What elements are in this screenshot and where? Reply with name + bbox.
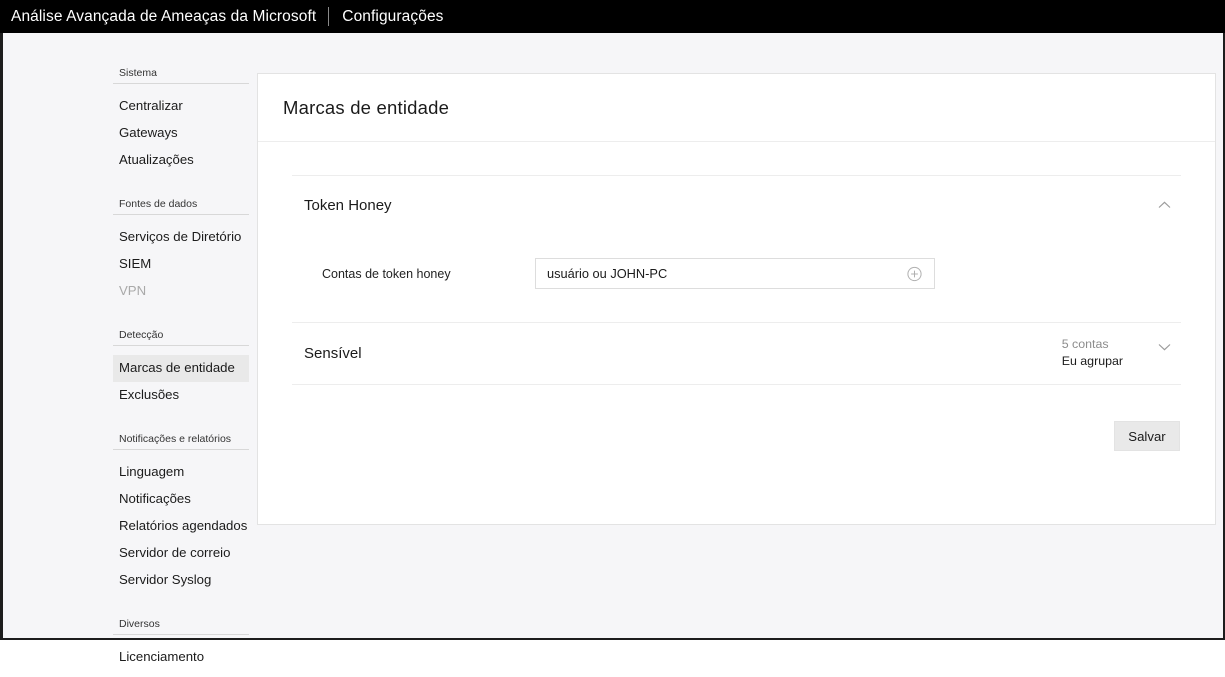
token-honey-title: Token Honey [304, 196, 392, 214]
card-footer: Salvar [292, 385, 1181, 451]
sidebar-item-licenciamento[interactable]: Licenciamento [113, 644, 249, 671]
sidebar-item-relatorios-agendados[interactable]: Relatórios agendados [113, 513, 249, 540]
sidebar-item-servidor-syslog[interactable]: Servidor Syslog [113, 567, 249, 594]
page-title: Marcas de entidade [283, 96, 450, 118]
sidebar-group-5: Diversos Licenciamento [113, 618, 249, 671]
sensitive-title: Sensível [304, 344, 362, 362]
sidebar-item-gateways[interactable]: Gateways [113, 120, 249, 147]
honey-token-accounts-label: Contas de token honey [322, 266, 451, 281]
page-body: Sistema Centralizar Gateways Atualizações Fo… [0, 33, 1225, 664]
sidebar-group-title: Detecção [113, 329, 249, 346]
sidebar-group-spacer [113, 311, 249, 329]
sidebar-item-linguagem[interactable]: Linguagem [113, 459, 249, 486]
sidebar-group-spacer [113, 415, 249, 433]
token-honey-section-header[interactable]: Token Honey [292, 176, 1181, 234]
header-section-title: Configurações [342, 7, 444, 25]
sidebar-item-exclusoes[interactable]: Exclusões [113, 382, 249, 409]
app-product-name: Análise Avançada de Ameaças da Microsoft [11, 7, 317, 25]
sensitive-summary: 5 contas Eu agrupar [1062, 336, 1123, 370]
sensitive-group-name: Eu agrupar [1061, 354, 1123, 368]
sidebar-group-3: Detecção Marcas de entidade Exclusões [113, 329, 249, 409]
sensitive-section-header[interactable]: Sensível 5 contas Eu agrupar [292, 323, 1181, 384]
sidebar-item-servicos-de-diretorio[interactable]: Serviços de Diretório [113, 224, 249, 251]
app-header: Análise Avançada de Ameaças da Microsoft… [0, 0, 1225, 33]
sidebar-item-centralizar[interactable]: Centralizar [113, 93, 249, 120]
sidebar-item-siem[interactable]: SIEM [113, 251, 249, 278]
header-divider [328, 7, 330, 26]
sidebar-group-spacer [113, 180, 249, 198]
sidebar-item-atualizacoes[interactable]: Atualizações [113, 147, 249, 174]
sidebar-group-1: Sistema Centralizar Gateways Atualizações [113, 67, 249, 174]
chevron-down-icon[interactable] [1153, 336, 1175, 358]
sidebar-group-title: Diversos [113, 618, 249, 635]
sidebar-group-spacer [113, 600, 249, 618]
honey-token-accounts-input-wrapper[interactable] [535, 258, 935, 289]
save-button[interactable]: Salvar [1114, 421, 1180, 451]
sidebar-group-title: Fontes de dados [113, 198, 249, 215]
settings-card: Marcas de entidade Token Honey Contas de… [257, 73, 1216, 525]
sidebar-item-marcas-de-entidade[interactable]: Marcas de entidade [113, 355, 249, 382]
sensitive-account-count: 5 contas [1061, 337, 1109, 351]
sidebar-group-2: Fontes de dados Serviços de Diretório SIEM… [113, 198, 249, 305]
sidebar-item-vpn: VPN [119, 283, 147, 298]
sidebar-group-title: Notificações e relatórios [113, 433, 249, 450]
settings-sidebar: Sistema Centralizar Gateways Atualizações Fo… [113, 67, 249, 677]
sensitive-summary-group: 5 contas Eu agrupar [1062, 336, 1175, 370]
plus-circle-icon[interactable] [907, 266, 922, 281]
honey-token-accounts-input[interactable] [536, 265, 889, 282]
sidebar-group-title: Sistema [113, 67, 249, 84]
chevron-up-icon[interactable] [1153, 194, 1175, 216]
sidebar-group-4: Notificações e relatórios Linguagem Notifi… [113, 433, 249, 594]
sidebar-item-notificacoes[interactable]: Notificações [113, 486, 249, 513]
card-header: Marcas de entidade [258, 74, 1215, 142]
honey-token-accounts-row: Contas de token honey [292, 234, 1181, 322]
sidebar-item-servidor-de-correio[interactable]: Servidor de correio [113, 540, 249, 567]
card-body: Token Honey Contas de token honey usuári… [258, 175, 1215, 451]
